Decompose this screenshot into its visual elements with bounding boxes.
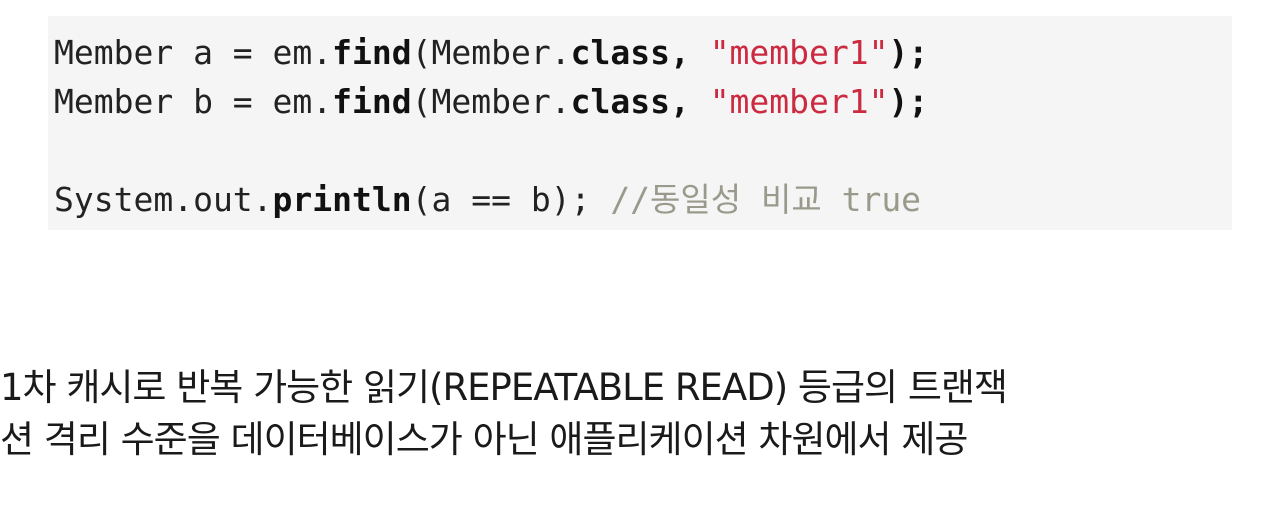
code-args: (a == b); (411, 180, 611, 219)
code-string: "member1" (709, 82, 889, 121)
code-keyword: class (570, 82, 670, 121)
code-method: find (332, 82, 412, 121)
code-text: Member b = em. (54, 82, 333, 121)
code-text: Member a = em. (54, 33, 333, 72)
caption-line-2: 션 격리 수준을 데이터베이스가 아닌 애플리케이션 차원에서 제공 (0, 418, 968, 461)
code-string: "member1" (709, 33, 889, 72)
code-method: println (272, 180, 412, 219)
caption: 1차 캐시로 반복 가능한 읽기(REPEATABLE READ) 등급의 트랜… (0, 362, 1284, 466)
code-line-find-b: Member b = em.find(Member.class, "member… (54, 77, 1232, 126)
code-line-println: System.out.println(a == b); //동일성 비교 tru… (54, 175, 1232, 224)
code-text: System.out. (54, 180, 273, 219)
code-suffix: ); (888, 33, 929, 72)
code-suffix: ); (888, 82, 929, 121)
code-line-find-a: Member a = em.find(Member.class, "member… (54, 28, 1232, 77)
code-comment: //동일성 비교 true (610, 180, 922, 219)
code-comma: , (669, 33, 710, 72)
code-keyword: class (570, 33, 670, 72)
code-text: (Member. (411, 82, 571, 121)
code-block: Member a = em.find(Member.class, "member… (48, 16, 1232, 230)
caption-line-1: 1차 캐시로 반복 가능한 읽기(REPEATABLE READ) 등급의 트랜… (0, 366, 1008, 409)
code-text: (Member. (411, 33, 571, 72)
code-comma: , (669, 82, 710, 121)
code-method: find (332, 33, 412, 72)
